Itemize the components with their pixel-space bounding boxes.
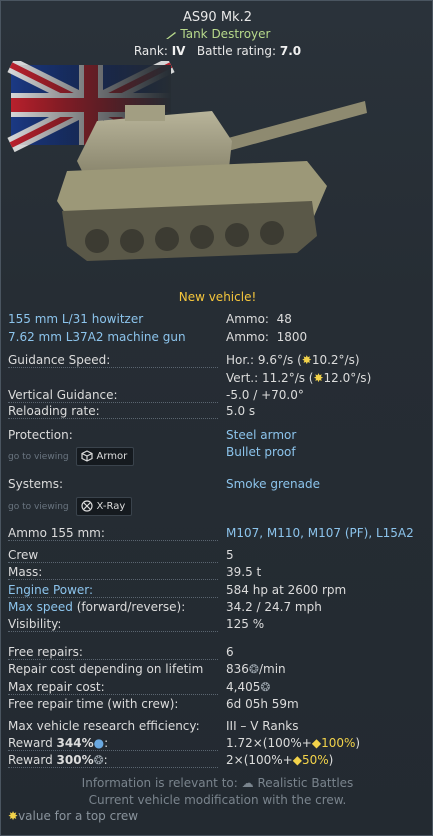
tank-silhouette — [57, 101, 367, 261]
mass-value: 39.5 t — [226, 565, 262, 579]
crew-label: Crew — [8, 548, 39, 562]
rank-label: Rank: — [133, 44, 168, 58]
modification-note: Current vehicle modification with the cr… — [88, 793, 347, 807]
vehicle-tooltip-card: AS90 Mk.2 Tank Destroyer Rank: IV Battle… — [0, 0, 433, 836]
armor-view-button-label: Armor — [96, 451, 128, 462]
armor-view-button[interactable]: Armor — [75, 447, 135, 466]
ammo155-value: M107, M110, M107 (PF), L15A2 — [226, 526, 414, 540]
reward-sl-label: Reward 300%❂: — [8, 753, 108, 767]
top-crew-icon: ✸ — [313, 371, 324, 385]
engine-power-value: 584 hp at 2600 rpm — [226, 583, 347, 597]
guidance-hor-value: Hor.: 9.6°/s (✸10.2°/s) — [226, 353, 360, 367]
silver-lions-icon: ❂ — [260, 680, 271, 694]
repair-cost-label: Repair cost depending on lifetim — [8, 662, 204, 676]
silver-lions-icon: ❂ — [93, 753, 104, 767]
armor-view-row: go to viewing Armor — [8, 447, 135, 466]
battle-rating-label: Battle rating: — [196, 44, 277, 58]
systems-value: Smoke grenade — [226, 477, 320, 491]
max-repair-label: Max repair cost: — [8, 680, 105, 694]
visibility-label: Visibility: — [8, 617, 62, 631]
top-crew-icon: ✸ — [8, 809, 19, 823]
armor-cube-icon — [80, 450, 93, 462]
reward-sl-value: 2×(100%+◆50%) — [226, 753, 334, 767]
reward-rp-value: 1.72×(100%+◆100%) — [226, 736, 361, 750]
max-speed-value: 34.2 / 24.7 mph — [226, 600, 322, 614]
top-crew-note: ✸value for a top crew — [8, 809, 139, 823]
armor-view-hint: go to viewing — [8, 452, 69, 462]
rank-value: IV — [171, 44, 186, 58]
top-crew-icon: ✸ — [301, 353, 312, 367]
research-efficiency-value: III – V Ranks — [226, 719, 299, 733]
free-repair-time-label: Free repair time (with crew): — [8, 697, 179, 711]
free-repairs-label: Free repairs: — [8, 645, 83, 659]
vehicle-type: Tank Destroyer — [1, 27, 433, 41]
reward-rp-label: Reward 344%●: — [8, 736, 109, 750]
xray-view-button[interactable]: X-Ray — [75, 497, 133, 516]
vertical-guidance-label: Vertical Guidance: — [8, 388, 118, 402]
crew-value: 5 — [226, 548, 234, 562]
max-speed-label: Max speed (forward/reverse): — [8, 600, 186, 614]
xray-view-row: go to viewing X-Ray — [8, 497, 133, 516]
engine-power-label: Engine Power: — [8, 583, 94, 597]
research-points-icon: ● — [93, 736, 105, 750]
protection-label: Protection: — [8, 428, 73, 442]
weapon-2-name: 7.62 mm L37A2 machine gun — [8, 330, 186, 344]
weapon-2-ammo: Ammo: 1800 — [226, 330, 308, 344]
rank-line: Rank: IV Battle rating: 7.0 — [1, 44, 433, 58]
weapon-1-name: 155 mm L/31 howitzer — [8, 312, 144, 326]
weapon-1-ammo: Ammo: 48 — [226, 312, 292, 326]
premium-bonus-icon: ◆ — [292, 753, 302, 767]
tank-destroyer-icon — [165, 31, 176, 39]
systems-label: Systems: — [8, 477, 64, 491]
research-efficiency-label: Max vehicle research efficiency: — [8, 719, 200, 733]
repair-cost-value: 836❂/min — [226, 662, 286, 676]
reloading-value: 5.0 s — [226, 404, 256, 418]
vertical-guidance-value: -5.0 / +70.0° — [226, 388, 304, 402]
battle-rating-value: 7.0 — [279, 44, 302, 58]
reloading-label: Reloading rate: — [8, 404, 100, 418]
free-repairs-value: 6 — [226, 645, 234, 659]
guidance-speed-label: Guidance Speed: — [8, 353, 111, 367]
vehicle-type-label: Tank Destroyer — [180, 27, 271, 41]
vehicle-name: AS90 Mk.2 — [183, 10, 252, 25]
guidance-vert-value: Vert.: 11.2°/s (✸12.0°/s) — [226, 371, 372, 385]
info-relevant-line: Information is relevant to: ☁ Realistic … — [81, 776, 354, 790]
free-repair-time-value: 6d 05h 59m — [226, 697, 299, 711]
xray-view-hint: go to viewing — [8, 502, 69, 512]
xray-view-button-label: X-Ray — [96, 501, 126, 512]
visibility-value: 125 % — [226, 617, 265, 631]
xray-icon — [80, 500, 93, 512]
premium-bonus-icon: ◆ — [311, 736, 322, 750]
protection-value-1: Steel armor — [226, 428, 297, 442]
vehicle-image — [7, 57, 367, 276]
max-repair-value: 4,405❂ — [226, 680, 271, 694]
new-vehicle-label: New vehicle! — [178, 290, 257, 304]
silver-lions-icon: ❂ — [248, 662, 259, 676]
mass-label: Mass: — [8, 565, 43, 579]
ammo155-label: Ammo 155 mm: — [8, 526, 105, 540]
battle-mode-icon: ☁ — [241, 776, 254, 790]
protection-value-2: Bullet proof — [226, 445, 296, 459]
